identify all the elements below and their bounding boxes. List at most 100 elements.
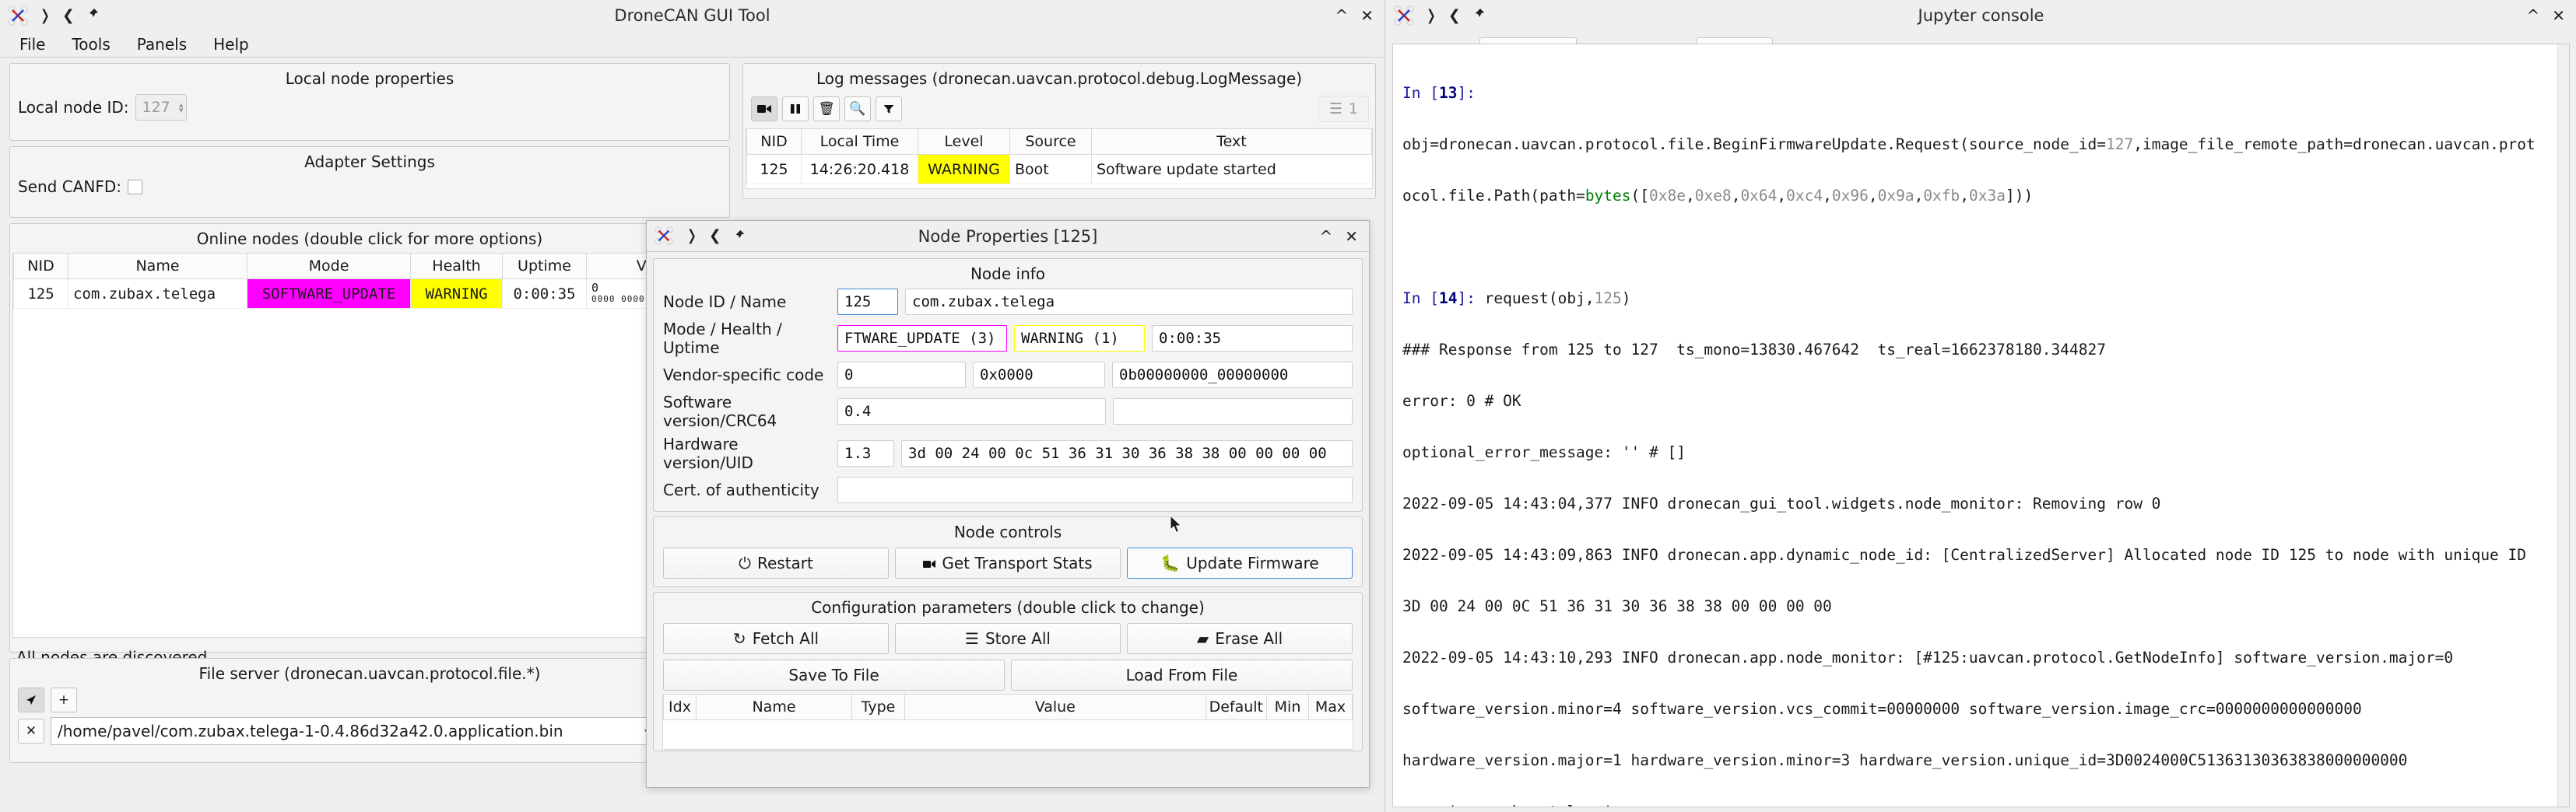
vendor-bin-input[interactable]: 0b00000000_00000000 — [1112, 362, 1353, 388]
chevron-up-icon[interactable]: ❭ — [686, 229, 698, 243]
console-line: name='com.zubax.telega' — [1402, 803, 2560, 807]
erase-all-button[interactable]: ▰ Erase All — [1127, 623, 1353, 654]
trash-icon[interactable]: 🗑 — [813, 96, 840, 121]
table-row[interactable]: 125 14:26:20.418 WARNING Boot Software u… — [746, 154, 1372, 184]
send-canfd-checkbox[interactable] — [127, 179, 142, 194]
mode-health-uptime-label: Mode / Health / Uptime — [663, 320, 782, 357]
software-crc-input[interactable] — [1113, 398, 1353, 425]
record-icon[interactable] — [751, 96, 777, 121]
menu-item-panels[interactable]: Panels — [124, 33, 200, 56]
col-nid[interactable]: NID — [13, 254, 68, 279]
minimize-button[interactable]: ^ — [2526, 8, 2539, 23]
node-properties-title: Node Properties [125] — [918, 226, 1098, 246]
pause-icon[interactable] — [782, 96, 809, 121]
mode-value[interactable]: FTWARE_UPDATE (3) — [837, 325, 1007, 352]
cfg-col-name[interactable]: Name — [696, 695, 852, 720]
cfg-col-type[interactable]: Type — [851, 695, 905, 720]
table-row[interactable]: 125 com.zubax.telega SOFTWARE_UPDATE WAR… — [13, 278, 726, 309]
filter-icon[interactable] — [876, 96, 902, 121]
save-to-file-button[interactable]: Save To File — [663, 660, 1005, 691]
log-col-source[interactable]: Source — [1009, 129, 1092, 155]
col-name[interactable]: Name — [68, 254, 247, 279]
chevron-down-icon[interactable]: ❮ — [62, 8, 75, 23]
cert-authenticity-label: Cert. of authenticity — [663, 481, 819, 499]
cfg-col-idx[interactable]: Idx — [663, 695, 697, 720]
file-server-title: File server (dronecan.uavcan.protocol.fi… — [198, 664, 541, 683]
jupyter-console-output[interactable]: In [13]: obj=dronecan.uavcan.protocol.fi… — [1392, 44, 2570, 807]
search-icon[interactable]: 🔍 — [844, 96, 871, 121]
menu-item-tools[interactable]: Tools — [58, 33, 123, 56]
log-col-text[interactable]: Text — [1091, 129, 1372, 155]
online-nodes-table[interactable]: NID Name Mode Health Uptime VSSC — [13, 254, 726, 309]
close-button[interactable]: ✕ — [1360, 8, 1374, 23]
file-path-combo[interactable]: /home/pavel/com.zubax.telega-1-0.4.86d32… — [51, 717, 656, 745]
local-node-id-value: 127 — [142, 99, 170, 116]
config-parameters-table[interactable]: Idx Name Type Value Default Min Max — [663, 695, 1353, 720]
log-count-badge: ☰ 1 — [1318, 96, 1369, 122]
node-properties-dialog: ❭ ❮ Node Properties [125] ^ ✕ Node info … — [646, 220, 1370, 788]
menu-item-help[interactable]: Help — [200, 33, 262, 56]
cfg-col-max[interactable]: Max — [1308, 695, 1353, 720]
update-firmware-button[interactable]: 🐛 Update Firmware — [1127, 548, 1353, 579]
restart-button[interactable]: ⏻ Restart — [663, 548, 889, 579]
node-id-input[interactable]: 125 — [837, 289, 898, 315]
chevron-up-icon[interactable]: ❭ — [39, 8, 51, 23]
minimize-button[interactable]: ^ — [1335, 8, 1348, 23]
col-health[interactable]: Health — [410, 254, 503, 279]
drone-logo-icon — [1394, 5, 1414, 26]
get-transport-stats-button[interactable]: Get Transport Stats — [895, 548, 1121, 579]
log-col-time[interactable]: Local Time — [801, 129, 918, 155]
config-header-row: Idx Name Type Value Default Min Max — [663, 695, 1353, 720]
fetch-all-label: Fetch All — [752, 629, 819, 648]
cfg-col-default[interactable]: Default — [1205, 695, 1268, 720]
node-info-group: Node info Node ID / Name 125 com.zubax.t… — [653, 258, 1363, 512]
spinner-arrows-icon[interactable]: ▴ ▾ — [179, 100, 184, 114]
health-value[interactable]: WARNING (1) — [1014, 325, 1145, 352]
power-icon: ⏻ — [739, 554, 751, 572]
load-from-file-button[interactable]: Load From File — [1011, 660, 1353, 691]
chart-icon — [923, 554, 936, 572]
log-toolbar: 🗑 🔍 ☰ 1 — [743, 91, 1375, 128]
vendor-code-label: Vendor-specific code — [663, 366, 824, 384]
cfg-col-min[interactable]: Min — [1266, 695, 1309, 720]
add-file-button[interactable]: + — [51, 688, 77, 712]
file-server-toggle-button[interactable] — [18, 688, 44, 712]
get-transport-stats-label: Get Transport Stats — [942, 554, 1093, 572]
close-button[interactable]: ✕ — [2552, 8, 2565, 23]
log-col-level[interactable]: Level — [918, 129, 1010, 155]
hardware-uid-input[interactable]: 3d 00 24 00 0c 51 36 31 30 36 38 38 00 0… — [901, 440, 1353, 467]
col-mode[interactable]: Mode — [247, 254, 411, 279]
chevron-down-icon[interactable]: ❮ — [709, 229, 721, 243]
drone-logo-icon — [655, 226, 675, 247]
software-version-input[interactable]: 0.4 — [837, 398, 1106, 425]
minimize-button[interactable]: ^ — [1319, 229, 1332, 244]
log-messages-table[interactable]: NID Local Time Level Source Text 125 14:… — [746, 129, 1372, 184]
cfg-col-value[interactable]: Value — [904, 695, 1206, 720]
drone-logo-icon — [8, 5, 28, 26]
local-node-id-spinner[interactable]: 127 ▴ ▾ — [135, 94, 187, 121]
chevron-up-icon[interactable]: ❭ — [1425, 8, 1437, 23]
cert-authenticity-input[interactable] — [837, 477, 1353, 503]
hardware-version-input[interactable]: 1.3 — [837, 440, 894, 467]
pin-icon[interactable] — [732, 227, 746, 246]
chevron-down-icon[interactable]: ❮ — [1448, 8, 1461, 23]
fetch-all-button[interactable]: ↻ Fetch All — [663, 623, 889, 654]
uptime-value[interactable]: 0:00:35 — [1152, 325, 1353, 352]
node-properties-titlebar[interactable]: ❭ ❮ Node Properties [125] ^ ✕ — [647, 221, 1369, 252]
node-name-input[interactable]: com.zubax.telega — [905, 289, 1353, 315]
console-scrollbar[interactable] — [2557, 44, 2569, 807]
log-col-nid[interactable]: NID — [746, 129, 802, 155]
menu-item-file[interactable]: File — [6, 33, 58, 56]
pin-icon[interactable] — [86, 6, 100, 25]
pin-icon[interactable] — [1472, 6, 1486, 25]
vendor-hex-input[interactable]: 0x0000 — [973, 362, 1105, 388]
store-all-button[interactable]: ☰ Store All — [895, 623, 1121, 654]
close-button[interactable]: ✕ — [1345, 229, 1358, 244]
remove-file-button[interactable]: ✕ — [18, 719, 44, 744]
col-uptime[interactable]: Uptime — [502, 254, 587, 279]
stack-icon: ☰ — [965, 629, 979, 648]
eraser-icon: ▰ — [1196, 629, 1209, 648]
update-firmware-label: Update Firmware — [1186, 554, 1319, 572]
vendor-dec-input[interactable]: 0 — [837, 362, 966, 388]
